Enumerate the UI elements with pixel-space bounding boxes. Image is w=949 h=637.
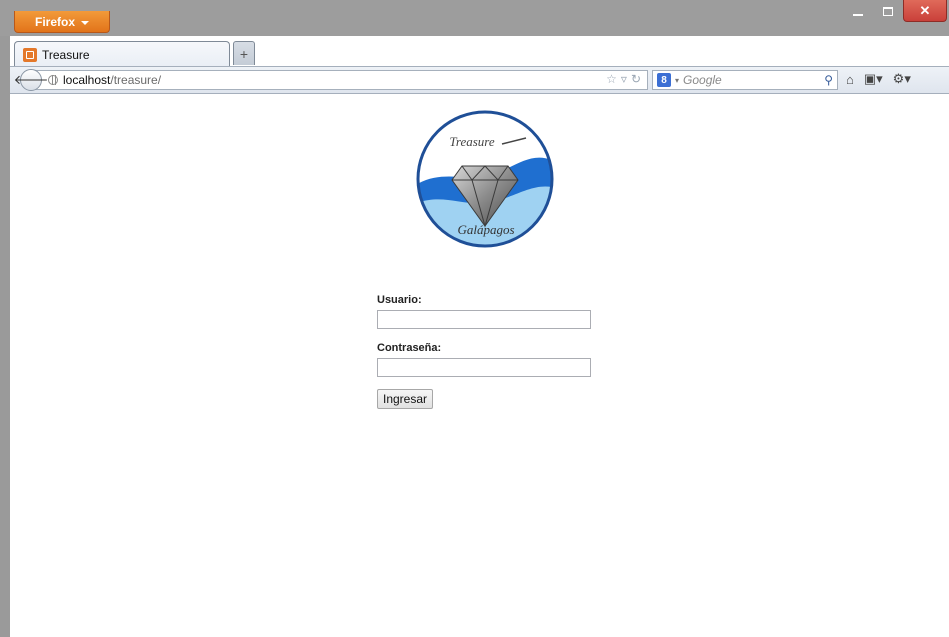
addon-icon[interactable]: ⚙▾ xyxy=(893,71,911,87)
bookmarks-menu-icon[interactable]: ▣▾ xyxy=(864,71,883,87)
history-dropdown-icon[interactable]: ▿ xyxy=(621,72,627,86)
close-icon: ✕ xyxy=(919,2,931,18)
username-field[interactable] xyxy=(377,310,591,329)
home-icon[interactable]: ⌂ xyxy=(846,72,854,87)
url-bar[interactable]: localhost /treasure/ ☆ ▿ ↻ xyxy=(34,70,648,90)
maximize-button[interactable] xyxy=(873,0,903,22)
page-favicon-icon xyxy=(23,47,37,62)
google-icon[interactable]: 8 xyxy=(657,73,671,87)
tab-treasure[interactable]: Treasure xyxy=(14,41,230,67)
new-tab-button[interactable]: + xyxy=(233,41,255,65)
bookmark-star-icon[interactable]: ☆ xyxy=(606,72,617,86)
login-button[interactable]: Ingresar xyxy=(377,389,434,409)
tab-title: Treasure xyxy=(42,47,90,62)
minimize-button[interactable] xyxy=(843,0,873,22)
navigation-toolbar: localhost /treasure/ ☆ ▿ ↻ 🡐 8 ▾ Google … xyxy=(10,66,949,94)
title-bar: Firefox ✕ xyxy=(0,0,949,36)
window-frame xyxy=(0,0,10,637)
password-field[interactable] xyxy=(377,358,591,377)
logo-top-text: Treasure xyxy=(449,134,494,149)
site-identity-icon[interactable] xyxy=(48,75,58,85)
password-label: Contraseña: xyxy=(377,342,442,354)
back-button[interactable]: 🡐 xyxy=(14,69,48,91)
chevron-down-icon xyxy=(81,20,89,25)
search-engine-dropdown-icon[interactable]: ▾ xyxy=(675,76,679,85)
search-input[interactable]: Google xyxy=(683,73,722,87)
logo-bottom-text: Galápagos xyxy=(457,222,514,237)
reload-icon[interactable]: ↻ xyxy=(631,72,641,86)
browser-window: Firefox ✕ Treasure + localhost /treasure… xyxy=(0,0,949,637)
treasure-galapagos-logo: Treasure Galápagos xyxy=(414,108,556,255)
maximize-icon xyxy=(883,6,893,16)
username-label: Usuario: xyxy=(377,294,422,306)
minimize-icon xyxy=(853,14,863,16)
toolbar-icons: ⌂ ▣▾ ⚙▾ xyxy=(846,71,911,87)
url-host: localhost xyxy=(63,73,111,87)
plus-icon: + xyxy=(239,45,249,62)
url-bar-actions: ☆ ▿ ↻ xyxy=(606,72,641,86)
close-window-button[interactable]: ✕ xyxy=(903,0,947,22)
page-content: Treasure Galápagos Usuario: Contraseña: … xyxy=(10,95,949,637)
search-bar[interactable]: 8 ▾ Google ⚲ xyxy=(652,70,838,90)
search-icon[interactable]: ⚲ xyxy=(824,73,833,87)
window-controls: ✕ xyxy=(843,0,947,24)
logo-graphic: Treasure Galápagos xyxy=(416,110,554,248)
url-path: /treasure/ xyxy=(110,73,162,87)
firefox-menu-button[interactable]: Firefox xyxy=(14,11,110,33)
back-arrow-icon: 🡐 xyxy=(13,72,49,87)
firefox-menu-label: Firefox xyxy=(34,14,75,29)
login-form: Usuario: Contraseña: Ingresar xyxy=(377,294,607,409)
